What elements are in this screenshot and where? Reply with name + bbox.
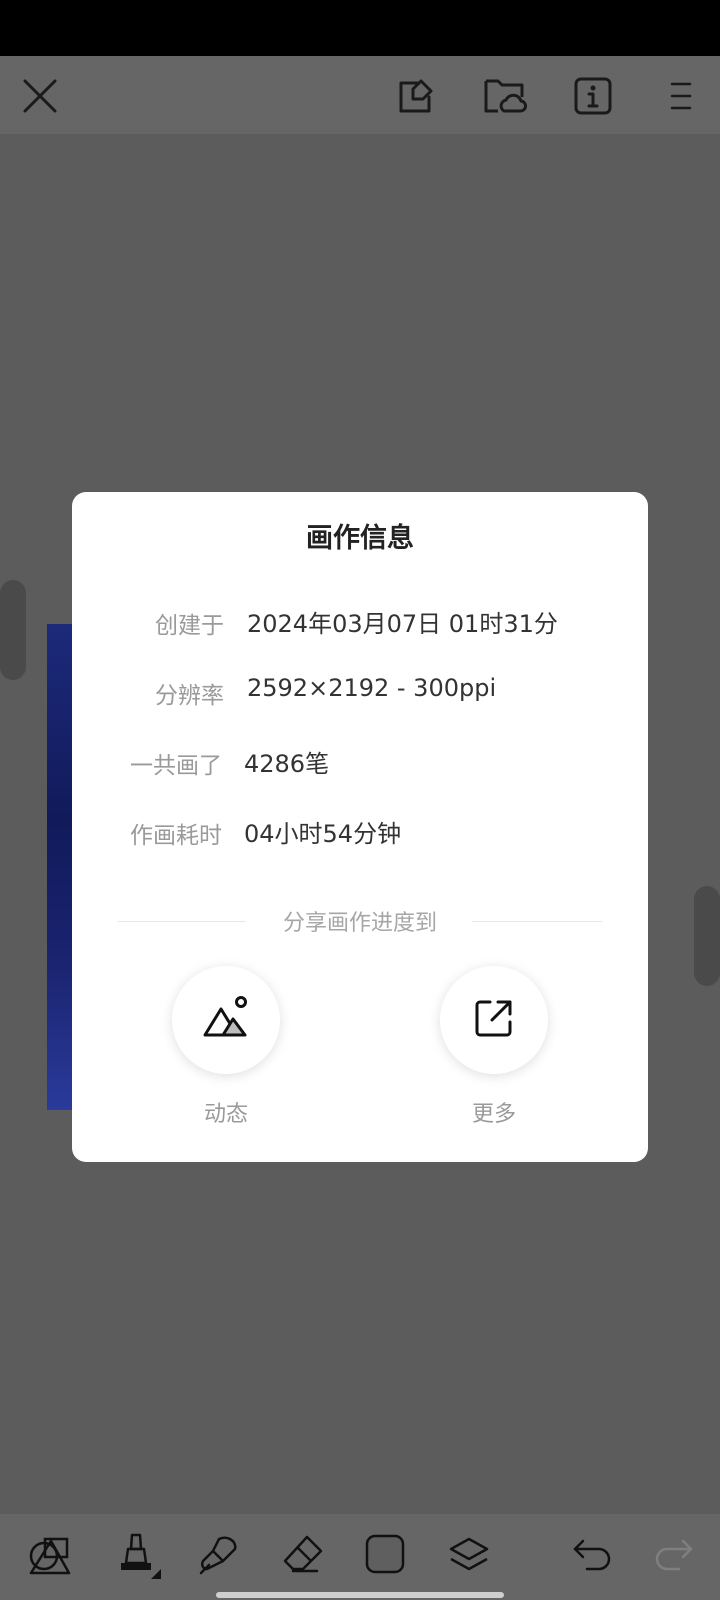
share-moments-button[interactable] (172, 966, 280, 1074)
brush-size-slider-handle[interactable] (0, 580, 26, 680)
resolution-value: 2592×2192 - 300ppi (247, 674, 497, 702)
stroke-count-value: 4286笔 (244, 750, 330, 778)
top-toolbar (0, 56, 720, 134)
drawing-time-value: 04小时54分钟 (244, 820, 402, 848)
drawing-time-label: 作画耗时 (130, 823, 222, 849)
artwork-info-dialog: 画作信息 创建于 2024年03月07日 01时31分 分辨率 2592×219… (72, 492, 648, 1162)
external-share-icon (472, 996, 516, 1044)
shapes-icon[interactable] (26, 1532, 72, 1578)
created-label: 创建于 (155, 613, 224, 639)
marker-pen-icon[interactable] (114, 1528, 164, 1582)
edit-tag-icon[interactable] (394, 74, 438, 118)
layers-icon[interactable] (446, 1532, 492, 1578)
cloud-folder-icon[interactable] (482, 74, 528, 118)
bottom-toolbar (0, 1514, 720, 1600)
status-bar (0, 0, 720, 56)
info-icon[interactable] (572, 74, 614, 118)
share-more-button[interactable] (440, 966, 548, 1074)
stroke-count-label: 一共画了 (130, 753, 222, 779)
opacity-slider-handle[interactable] (694, 886, 720, 986)
eraser-icon[interactable] (280, 1530, 326, 1578)
menu-icon[interactable] (664, 74, 698, 118)
created-value: 2024年03月07日 01时31分 (247, 610, 558, 638)
close-icon[interactable] (20, 76, 60, 116)
redo-icon[interactable] (650, 1534, 696, 1576)
share-moments-label: 动态 (203, 1102, 248, 1127)
resolution-label: 分辨率 (155, 683, 224, 709)
dialog-title: 画作信息 (306, 523, 414, 554)
smudge-brush-icon[interactable] (196, 1530, 242, 1578)
mountain-image-icon (201, 993, 251, 1047)
share-more-label: 更多 (471, 1102, 516, 1127)
undo-icon[interactable] (570, 1534, 616, 1576)
home-indicator[interactable] (216, 1592, 504, 1598)
divider-right (472, 921, 602, 922)
color-swatch-icon[interactable] (364, 1532, 406, 1576)
